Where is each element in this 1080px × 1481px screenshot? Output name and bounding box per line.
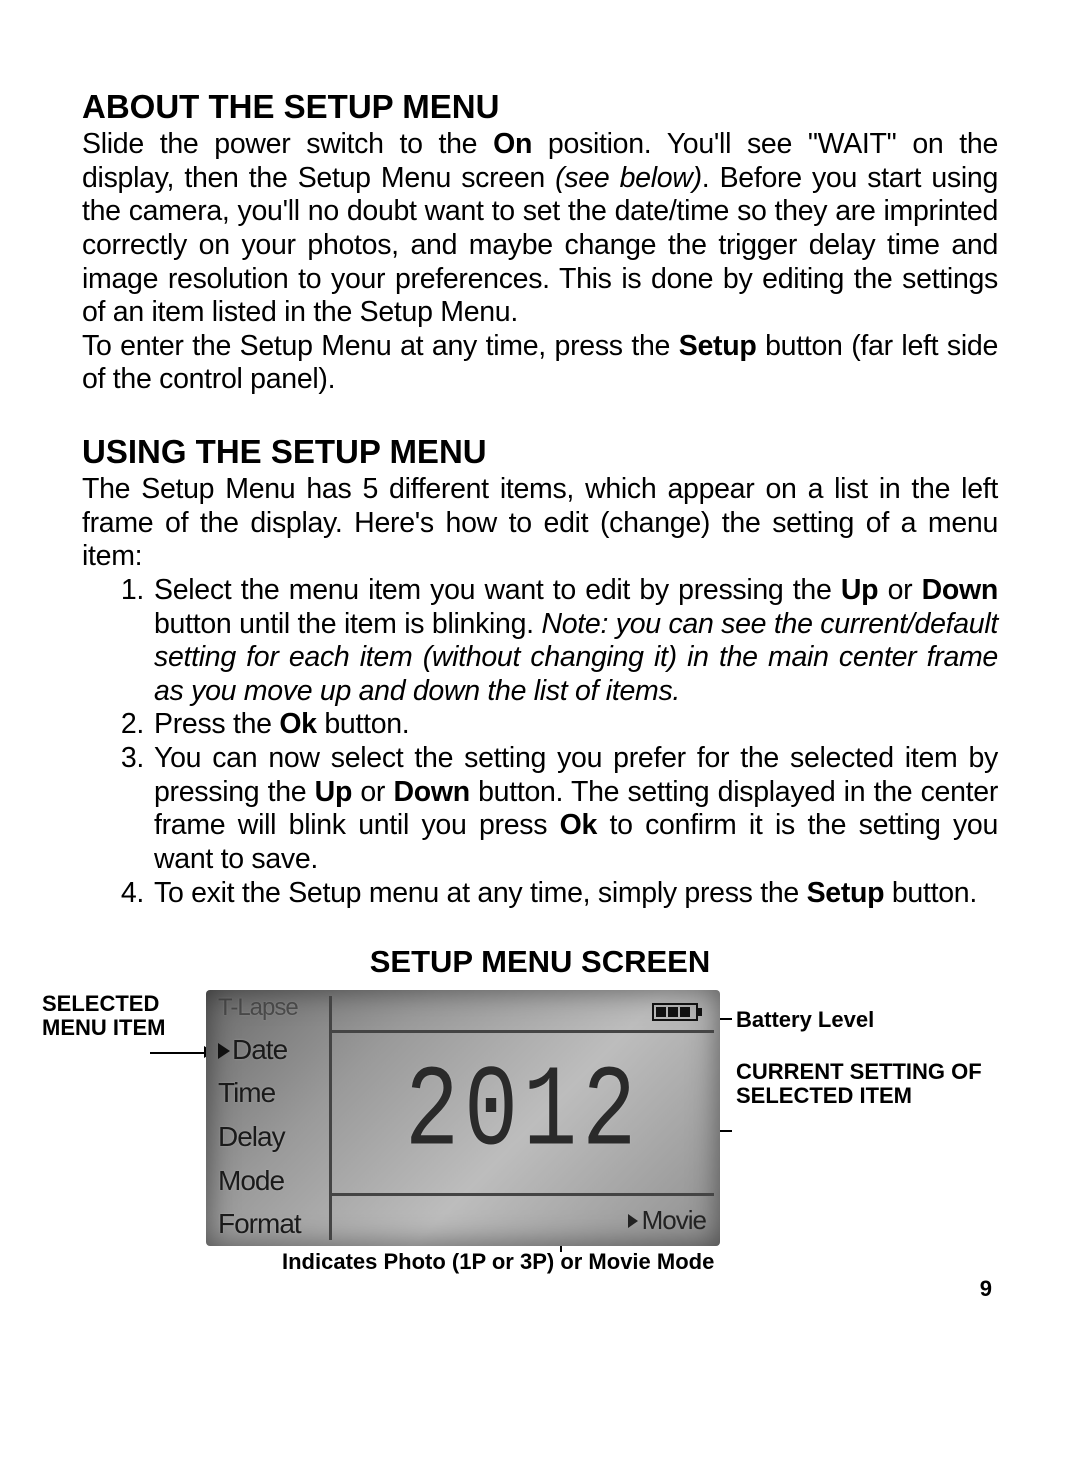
about-paragraph-2: To enter the Setup Menu at any time, pre…: [82, 330, 998, 397]
text: Date: [232, 1034, 287, 1065]
lcd-menu-item-selected: Date: [218, 1036, 323, 1064]
text: button.: [884, 877, 977, 909]
callout-mode-indicator: Indicates Photo (1P or 3P) or Movie Mode: [282, 1250, 802, 1274]
text-bold: Down: [393, 776, 469, 808]
lcd-screen: T-Lapse Date Time Delay Mode Format 2012: [206, 990, 720, 1246]
text-bold: Up: [841, 574, 878, 606]
pointer-icon: [218, 1043, 230, 1059]
callout-current-setting: Current Setting of Selected Item: [736, 1060, 996, 1108]
manual-page: ABOUT THE SETUP MENU Slide the power swi…: [0, 0, 1080, 1320]
text: button until the item is blinking.: [154, 608, 541, 640]
heading-using: USING THE SETUP MENU: [82, 433, 998, 471]
diagram: Selected Menu Item Battery Level Current…: [82, 990, 998, 1280]
steps-list: Select the menu item you want to edit by…: [82, 574, 998, 910]
text: Press the: [154, 708, 279, 740]
lcd-center-frame: 2012: [332, 1030, 714, 1196]
text-bold: Ok: [560, 809, 597, 841]
text: To exit the Setup menu at any time, simp…: [154, 877, 807, 909]
about-paragraph-1: Slide the power switch to the On positio…: [82, 128, 998, 330]
step-2: Press the Ok button.: [154, 708, 998, 742]
heading-about: ABOUT THE SETUP MENU: [82, 88, 998, 126]
leader-line: [150, 1052, 206, 1054]
text-bold: Ok: [279, 708, 316, 740]
battery-icon: [652, 1002, 704, 1022]
pointer-icon: [628, 1214, 638, 1228]
text: button.: [317, 708, 410, 740]
text-bold: Setup: [807, 877, 885, 909]
text-bold-setup: Setup: [679, 330, 757, 362]
text-italic: (see below): [555, 162, 702, 194]
text: or: [352, 776, 393, 808]
callout-battery-level: Battery Level: [736, 1008, 996, 1032]
callout-selected-menu-item: Selected Menu Item: [42, 992, 202, 1040]
lcd-bottom-row: Movie: [332, 1205, 706, 1236]
text: To enter the Setup Menu at any time, pre…: [82, 330, 679, 362]
page-number: 9: [980, 1276, 992, 1302]
text: or: [878, 574, 921, 606]
lcd-menu-item: Format: [218, 1210, 323, 1238]
step-1: Select the menu item you want to edit by…: [154, 574, 998, 709]
lcd-menu-item-clipped: T-Lapse: [218, 996, 323, 1020]
text-bold: Up: [315, 776, 352, 808]
lcd-menu-item: Delay: [218, 1123, 323, 1151]
step-4: To exit the Setup menu at any time, simp…: [154, 877, 998, 911]
lcd-menu-item: Time: [218, 1079, 323, 1107]
text-bold-on: On: [493, 128, 532, 160]
text-bold: Down: [922, 574, 998, 606]
using-intro: The Setup Menu has 5 different items, wh…: [82, 473, 998, 574]
diagram-title: SETUP MENU SCREEN: [82, 944, 998, 980]
lcd-center-value: 2012: [405, 1048, 641, 1179]
text: Slide the power switch to the: [82, 128, 493, 160]
lcd-menu-item: Mode: [218, 1167, 323, 1195]
callout-text: Current Setting of Selected Item: [736, 1059, 982, 1108]
lcd-mode-value: Movie: [642, 1205, 706, 1236]
callout-text: Selected Menu Item: [42, 991, 165, 1040]
lcd-menu-list: T-Lapse Date Time Delay Mode Format: [212, 996, 332, 1240]
step-3: You can now select the setting you prefe…: [154, 742, 998, 877]
text: Select the menu item you want to edit by…: [154, 574, 841, 606]
